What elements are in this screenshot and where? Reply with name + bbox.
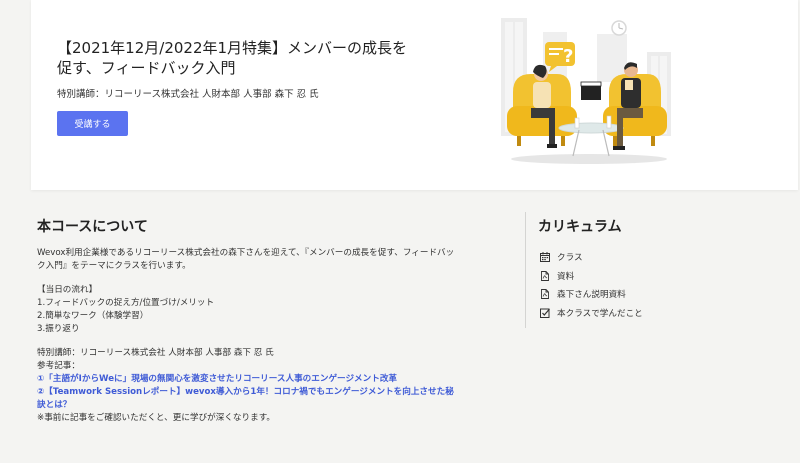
flow-item: 3.振り返り [37,324,80,334]
prereading-note: ※事前に記事をご確認いただくと、更に学びが深くなります。 [37,413,276,423]
curriculum-item-label: 本クラスで学んだこと [557,308,643,319]
reference-link-2[interactable]: ②【Teamwork Sessionレポート】wevox導入から1年！コロナ禍で… [37,386,457,412]
curriculum-item-label: 資料 [557,271,575,282]
about-course-heading: 本コースについて [37,219,148,235]
checkbox-icon [540,308,550,318]
pdf-file-icon [541,289,549,300]
curriculum-list: クラス 資料 森下さん説明資料 本クラスで学んだこと [540,248,643,322]
curriculum-item-class[interactable]: クラス [540,248,643,267]
pdf-file-icon [541,270,549,281]
about-course-body: Wevox利用企業様であるリコーリース株式会社の森下さんを迎えて、『メンバーの成… [37,247,457,425]
flow-item: 2.簡単なワーク（体験学習） [37,311,149,321]
curriculum-heading: カリキュラム [538,219,622,235]
references-heading: 参考記事： [37,361,80,371]
flow-heading: 【当日の流れ】 [37,285,98,295]
course-title: 【2021年12月/2022年1月特集】メンバーの成長を促す、フィードバック入門 [57,39,408,77]
reference-link-1[interactable]: ①「主語がIからWeに」現場の無関心を激変させたリコーリース人事のエンゲージメン… [37,373,457,386]
section-divider [525,212,526,328]
curriculum-item-materials[interactable]: 資料 [540,267,643,286]
course-intro: Wevox利用企業様であるリコーリース株式会社の森下さんを迎えて、『メンバーの成… [37,248,455,271]
instructor-line: 特別講師：リコーリース株式会社 人財本部 人事部 森下 忍 氏 [37,348,274,358]
curriculum-item-label: クラス [557,253,583,264]
course-illustration: ? [501,18,671,164]
curriculum-item-instructor-materials[interactable]: 森下さん説明資料 [540,285,643,304]
enroll-button[interactable]: 受講する [57,111,128,136]
course-instructor: 特別講師：リコーリース株式会社 人財本部 人事部 森下 忍 氏 [57,89,319,100]
calendar-icon [540,252,550,263]
course-hero-card: 【2021年12月/2022年1月特集】メンバーの成長を促す、フィードバック入門… [31,0,798,190]
curriculum-item-reflection[interactable]: 本クラスで学んだこと [540,304,643,323]
curriculum-item-label: 森下さん説明資料 [557,290,626,301]
bubble-question-mark: ? [563,46,573,67]
flow-item: 1.フィードバックの捉え方/位置づけ/メリット [37,298,215,308]
